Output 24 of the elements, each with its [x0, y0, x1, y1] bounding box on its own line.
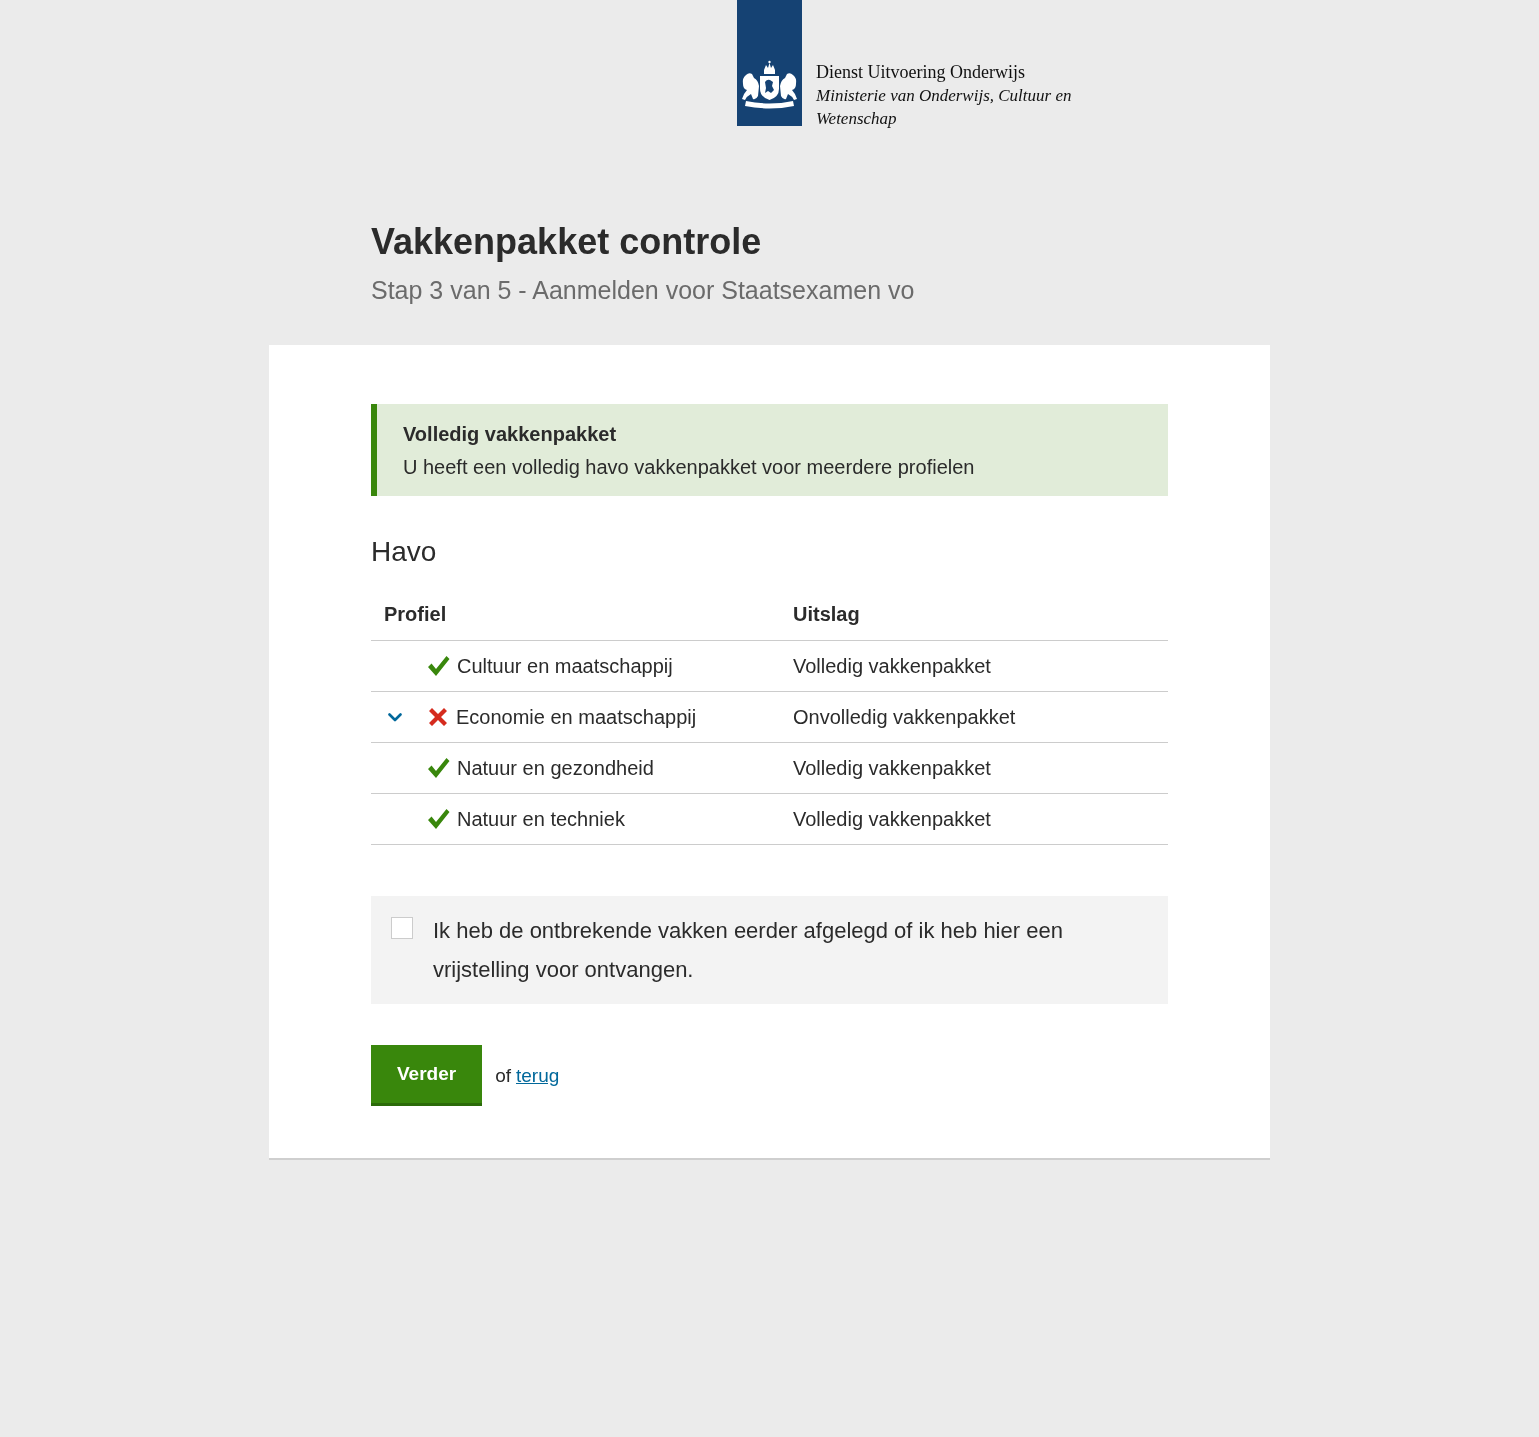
result-text: Onvolledig vakkenpakket: [793, 705, 1016, 728]
page-subtitle: Stap 3 van 5 - Aanmelden voor Staatsexamen vo: [371, 275, 915, 306]
section-heading: Havo: [371, 535, 437, 569]
coat-of-arms-logo-icon: [737, 0, 802, 126]
result-text: Volledig vakkenpakket: [793, 807, 991, 830]
column-heading: Uitslag: [793, 603, 860, 625]
page-title: Vakkenpakket controle: [371, 220, 762, 264]
alert-title: Volledig vakkenpakket: [403, 422, 617, 447]
profile-name: Natuur en gezondheid: [457, 756, 654, 780]
result-text: Volledig vakkenpakket: [793, 756, 991, 779]
profile-name: Cultuur en maatschappij: [457, 654, 673, 678]
result-text: Volledig vakkenpakket: [793, 654, 991, 677]
separator-text: of: [495, 1064, 511, 1087]
chevron-down-icon[interactable]: [388, 712, 402, 722]
checkbox-label: Ik heb de ontbrekende vakken eerder afgelegd of ik heb hier een vrijstelling voor ontvangen.: [433, 917, 1064, 984]
checkbox[interactable]: [391, 917, 413, 939]
continue-button[interactable]: Verder: [371, 1045, 483, 1106]
profile-name: Economie en maatschappij: [456, 705, 697, 729]
alert-message: U heeft een volledig havo vakkenpakket voor meerdere profielen: [403, 455, 975, 480]
back-link[interactable]: terug: [516, 1064, 560, 1087]
column-heading: Profiel: [384, 603, 447, 625]
profile-name: Natuur en techniek: [457, 807, 625, 831]
ministry-name: Ministerie van Onderwijs, Cultuur en Wetenschap: [816, 85, 1073, 130]
organization-name: Dienst Uitvoering Onderwijs: [816, 61, 1025, 84]
